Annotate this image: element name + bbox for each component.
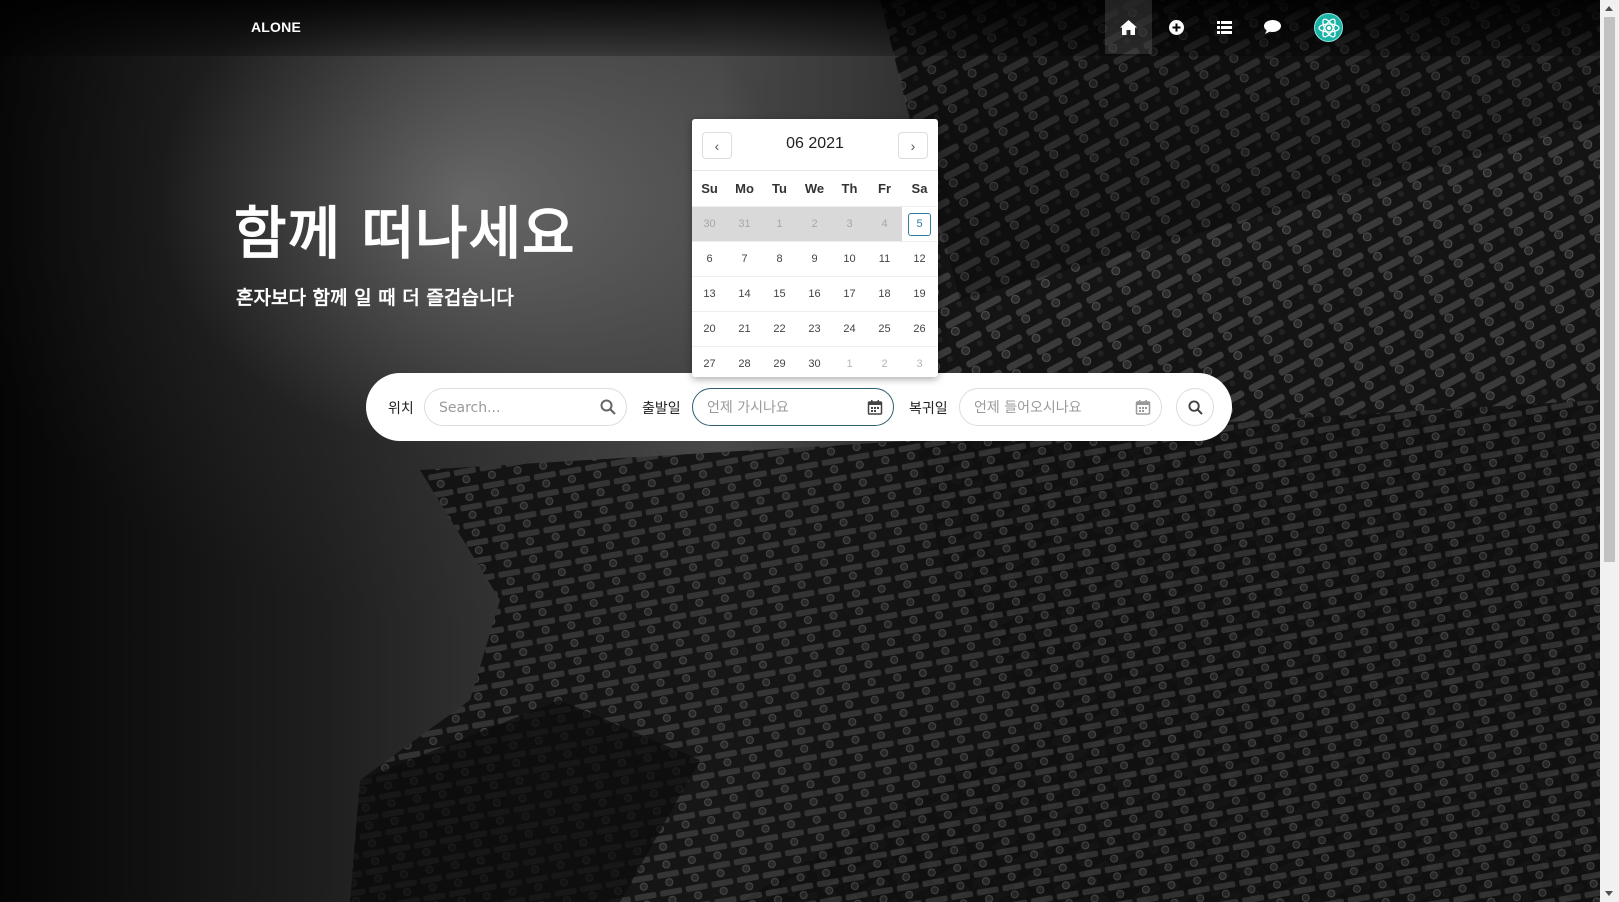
calendar-day[interactable]: 20 <box>692 311 727 346</box>
calendar-day-disabled: 4 <box>867 206 902 241</box>
calendar-day[interactable]: 27 <box>692 346 727 381</box>
calendar-day-disabled: 30 <box>692 206 727 241</box>
page-scrollbar[interactable] <box>1600 0 1619 902</box>
calendar-day[interactable]: 14 <box>727 276 762 311</box>
calendar-day-next-month[interactable]: 3 <box>902 346 937 381</box>
weekday-header: Th <box>841 181 858 196</box>
search-icon <box>1187 399 1203 415</box>
scrollbar-thumb[interactable] <box>1604 17 1615 562</box>
plus-circle-icon <box>1169 19 1184 35</box>
calendar-day[interactable]: 6 <box>692 241 727 276</box>
calendar-day[interactable]: 24 <box>832 311 867 346</box>
scroll-down-arrow-icon[interactable] <box>1605 891 1613 896</box>
calendar-day[interactable]: 26 <box>902 311 937 346</box>
calendar-day[interactable]: 16 <box>797 276 832 311</box>
list-icon <box>1217 20 1232 34</box>
weekday-header: Fr <box>878 181 891 196</box>
calendar-day[interactable]: 30 <box>797 346 832 381</box>
search-bar: 위치 출발일 복귀일 <box>366 373 1232 441</box>
weekday-header: Tu <box>772 181 787 196</box>
weekday-header: Sa <box>911 181 928 196</box>
calendar-icon <box>1135 400 1151 415</box>
nav-add[interactable] <box>1153 0 1200 54</box>
calendar-day[interactable]: 8 <box>762 241 797 276</box>
today-marker: 5 <box>908 212 931 236</box>
depart-date-field[interactable] <box>692 388 894 426</box>
calendar-day[interactable]: 17 <box>832 276 867 311</box>
calendar-day[interactable]: 22 <box>762 311 797 346</box>
return-date-input[interactable] <box>974 398 1124 418</box>
calendar-day-next-month[interactable]: 2 <box>867 346 902 381</box>
react-logo-icon <box>1317 17 1340 38</box>
profile-avatar[interactable] <box>1314 13 1343 42</box>
return-date-field[interactable] <box>959 388 1162 426</box>
hero-subtitle: 혼자보다 함께 일 때 더 즐겁습니다 <box>236 287 514 309</box>
search-icon <box>600 399 616 415</box>
top-navbar: ALONE <box>0 0 1600 56</box>
datepicker-popup: ‹ 06 2021 › Su Mo Tu We Th Fr Sa 30 31 1… <box>692 119 938 377</box>
weekday-header: Mo <box>735 181 754 196</box>
calendar-day[interactable]: 12 <box>902 241 937 276</box>
next-month-button[interactable]: › <box>898 132 928 159</box>
calendar-grid: Su Mo Tu We Th Fr Sa 30 31 1 2 3 4 5 6 7… <box>692 171 938 381</box>
brand-logo[interactable]: ALONE <box>251 19 301 35</box>
location-field[interactable] <box>424 388 627 426</box>
calendar-day[interactable]: 25 <box>867 311 902 346</box>
calendar-day[interactable]: 29 <box>762 346 797 381</box>
return-label: 복귀일 <box>909 401 948 417</box>
calendar-day[interactable]: 23 <box>797 311 832 346</box>
calendar-day-disabled: 31 <box>727 206 762 241</box>
chat-icon <box>1264 20 1281 34</box>
depart-label: 출발일 <box>642 401 681 417</box>
calendar-day[interactable]: 11 <box>867 241 902 276</box>
home-icon <box>1120 19 1137 35</box>
calendar-day[interactable]: 7 <box>727 241 762 276</box>
weekday-header: Su <box>701 181 718 196</box>
nav-home[interactable] <box>1105 0 1152 54</box>
calendar-day[interactable]: 28 <box>727 346 762 381</box>
location-input[interactable] <box>439 398 589 418</box>
calendar-day-today[interactable]: 5 <box>902 206 937 241</box>
weekday-header: We <box>804 181 825 196</box>
calendar-day-next-month[interactable]: 1 <box>832 346 867 381</box>
calendar-day[interactable]: 9 <box>797 241 832 276</box>
calendar-day[interactable]: 15 <box>762 276 797 311</box>
calendar-day[interactable]: 19 <box>902 276 937 311</box>
calendar-day-disabled: 3 <box>832 206 867 241</box>
calendar-icon <box>867 400 883 415</box>
datepicker-header: ‹ 06 2021 › <box>692 119 938 171</box>
calendar-day-disabled: 1 <box>762 206 797 241</box>
nav-chat[interactable] <box>1249 0 1296 54</box>
nav-list[interactable] <box>1201 0 1248 54</box>
calendar-day-disabled: 2 <box>797 206 832 241</box>
calendar-day[interactable]: 18 <box>867 276 902 311</box>
search-button[interactable] <box>1176 388 1214 426</box>
scroll-up-arrow-icon[interactable] <box>1605 6 1613 11</box>
calendar-day[interactable]: 10 <box>832 241 867 276</box>
depart-date-input[interactable] <box>707 398 857 418</box>
hero-title: 함께 떠나세요 <box>234 201 576 267</box>
calendar-day[interactable]: 21 <box>727 311 762 346</box>
location-label: 위치 <box>388 401 414 417</box>
calendar-day[interactable]: 13 <box>692 276 727 311</box>
